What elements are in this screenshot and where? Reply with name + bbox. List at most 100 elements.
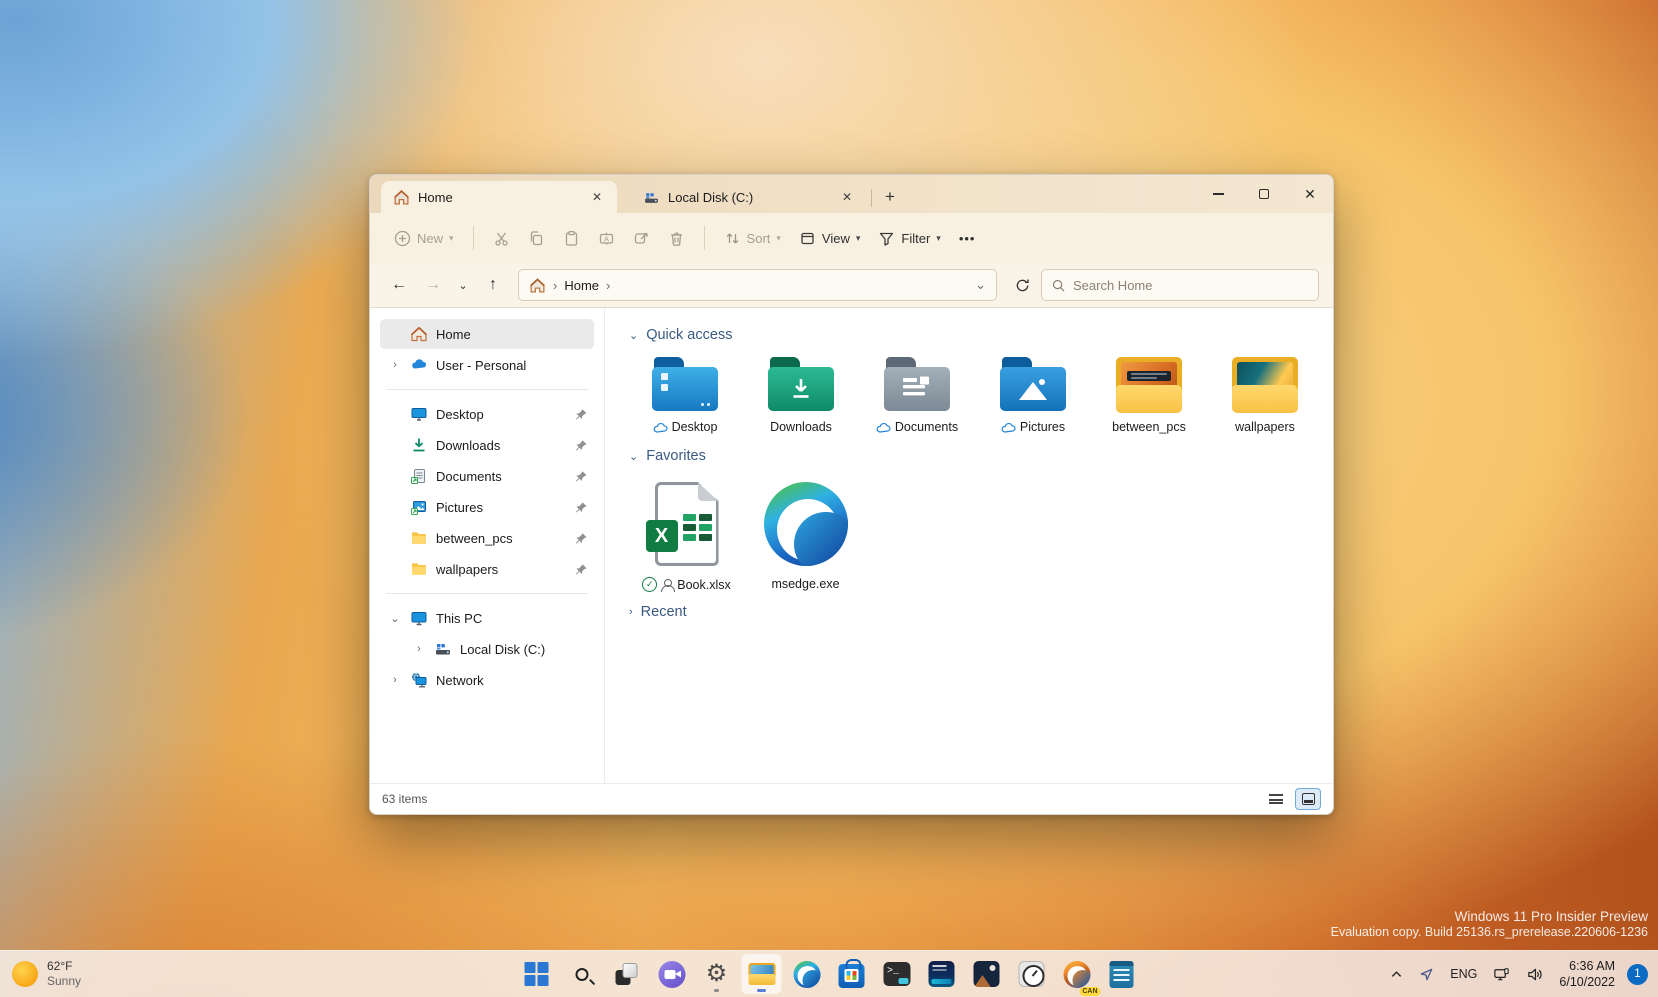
section-title: Recent (641, 604, 687, 620)
weather-widget[interactable]: 62°F Sunny (12, 959, 81, 989)
pictures-icon (410, 498, 428, 516)
clock-widget[interactable]: 6:36 AM 6/10/2022 (1553, 958, 1621, 991)
cut-button[interactable] (485, 224, 518, 253)
delete-button[interactable] (660, 224, 693, 253)
wallpapers-folder-icon (1232, 357, 1298, 413)
close-button[interactable]: ✕ (1287, 175, 1333, 213)
tab-local-disk-close-icon[interactable]: ✕ (837, 187, 857, 207)
sort-button[interactable]: Sort ▾ (716, 224, 789, 253)
location-indicator[interactable] (1413, 963, 1440, 986)
breadcrumb-home[interactable]: Home (564, 278, 599, 293)
tile-between-pcs[interactable]: between_pcs (1091, 349, 1207, 438)
new-button-label: New (417, 231, 443, 246)
rename-icon: A (598, 230, 615, 247)
sidebar-item-wallpapers[interactable]: wallpapers (380, 554, 594, 584)
paste-button[interactable] (555, 224, 588, 253)
notepad-button[interactable] (1102, 954, 1142, 994)
tab-local-disk[interactable]: Local Disk (C:) ✕ (631, 181, 867, 213)
toolbar-divider (473, 226, 474, 250)
refresh-button[interactable] (1007, 270, 1037, 300)
pin-icon (575, 532, 588, 545)
tile-msedge-exe[interactable]: msedge.exe (746, 470, 865, 596)
tab-home[interactable]: Home ✕ (381, 181, 617, 213)
chevron-right-icon[interactable]: › (388, 674, 402, 686)
sidebar-item-this-pc[interactable]: ⌄ This PC (380, 603, 594, 633)
edge-canary-button[interactable]: CAN (1057, 954, 1097, 994)
settings-button[interactable]: ⚙ (697, 954, 737, 994)
filter-button[interactable]: Filter ▾ (870, 224, 948, 253)
large-icons-view-button[interactable] (1295, 788, 1321, 810)
more-options-button[interactable]: ••• (951, 225, 984, 252)
chat-icon (658, 961, 685, 988)
volume-button[interactable] (1520, 962, 1549, 987)
task-view-button[interactable] (607, 954, 647, 994)
sidebar-item-documents[interactable]: Documents (380, 461, 594, 491)
address-bar[interactable]: › Home › ⌄ (518, 269, 997, 301)
new-button[interactable]: New ▾ (386, 224, 462, 253)
sidebar-item-between-pcs[interactable]: between_pcs (380, 523, 594, 553)
sidebar-item-network[interactable]: › Network (380, 665, 594, 695)
tile-wallpapers[interactable]: wallpapers (1207, 349, 1323, 438)
terminal-button[interactable] (877, 954, 917, 994)
recent-locations-button[interactable]: ⌄ (452, 270, 474, 300)
forward-button[interactable]: → (418, 270, 448, 300)
notification-badge[interactable]: 1 (1627, 964, 1648, 985)
weather-temp: 62°F (47, 959, 81, 974)
sidebar-item-local-disk[interactable]: › Local Disk (C:) (380, 634, 594, 664)
maximize-button[interactable] (1241, 175, 1287, 213)
section-title: Quick access (646, 327, 732, 343)
sidebar-item-label: Documents (436, 469, 567, 484)
photos-button[interactable] (967, 954, 1007, 994)
section-recent[interactable]: › Recent (629, 604, 1323, 620)
sidebar-item-desktop[interactable]: Desktop (380, 399, 594, 429)
minimize-button[interactable] (1195, 175, 1241, 213)
tab-home-close-icon[interactable]: ✕ (587, 187, 607, 207)
address-dropdown-icon[interactable]: ⌄ (975, 277, 986, 293)
chevron-down-icon: ▾ (449, 233, 454, 244)
start-button[interactable] (517, 954, 557, 994)
details-view-button[interactable] (1263, 788, 1289, 810)
copy-icon (528, 230, 545, 247)
chevron-right-icon[interactable]: › (412, 643, 426, 655)
pinned-dark-app-button[interactable] (922, 954, 962, 994)
chat-button[interactable] (652, 954, 692, 994)
pinned-dark-app-icon (929, 961, 955, 987)
sidebar-item-onedrive-user[interactable]: › User - Personal (380, 350, 594, 380)
tile-pictures[interactable]: Pictures (975, 349, 1091, 438)
tray-time: 6:36 AM (1559, 958, 1615, 974)
tile-documents[interactable]: Documents (859, 349, 975, 438)
back-button[interactable]: ← (384, 270, 414, 300)
search-input[interactable]: Search Home (1041, 269, 1319, 301)
clock-app-button[interactable] (1012, 954, 1052, 994)
search-button[interactable] (562, 954, 602, 994)
new-tab-button[interactable]: + (876, 184, 904, 210)
share-button[interactable] (625, 224, 658, 253)
tile-downloads[interactable]: Downloads (743, 349, 859, 438)
tile-desktop[interactable]: Desktop (627, 349, 743, 438)
tile-book-xlsx[interactable]: X ✓ Book.xlsx (627, 470, 746, 596)
copy-button[interactable] (520, 224, 553, 253)
this-pc-icon (410, 609, 428, 627)
language-indicator[interactable]: ENG (1444, 967, 1483, 981)
favorites-grid: X ✓ Book.xlsx msedge.exe (627, 470, 1323, 596)
sidebar-item-home[interactable]: Home (380, 319, 594, 349)
cut-icon (493, 230, 510, 247)
item-count: 63 items (382, 792, 427, 806)
downloads-folder-icon (768, 357, 834, 413)
minimize-icon (1213, 193, 1224, 194)
edge-button[interactable] (787, 954, 827, 994)
sidebar-item-downloads[interactable]: Downloads (380, 430, 594, 460)
file-explorer-button[interactable] (742, 954, 782, 994)
microsoft-store-button[interactable] (832, 954, 872, 994)
up-button[interactable]: ↑ (478, 270, 508, 300)
rename-button[interactable]: A (590, 224, 623, 253)
chevron-right-icon[interactable]: › (388, 359, 402, 371)
view-button[interactable]: View ▾ (791, 224, 868, 253)
chevron-down-icon[interactable]: ⌄ (388, 612, 402, 625)
hidden-icons-button[interactable] (1384, 964, 1409, 985)
network-button[interactable] (1487, 962, 1516, 987)
section-quick-access[interactable]: ⌄ Quick access (629, 327, 1323, 343)
sidebar-item-pictures[interactable]: Pictures (380, 492, 594, 522)
section-favorites[interactable]: ⌄ Favorites (629, 448, 1323, 464)
window-controls: ✕ (1195, 175, 1333, 213)
